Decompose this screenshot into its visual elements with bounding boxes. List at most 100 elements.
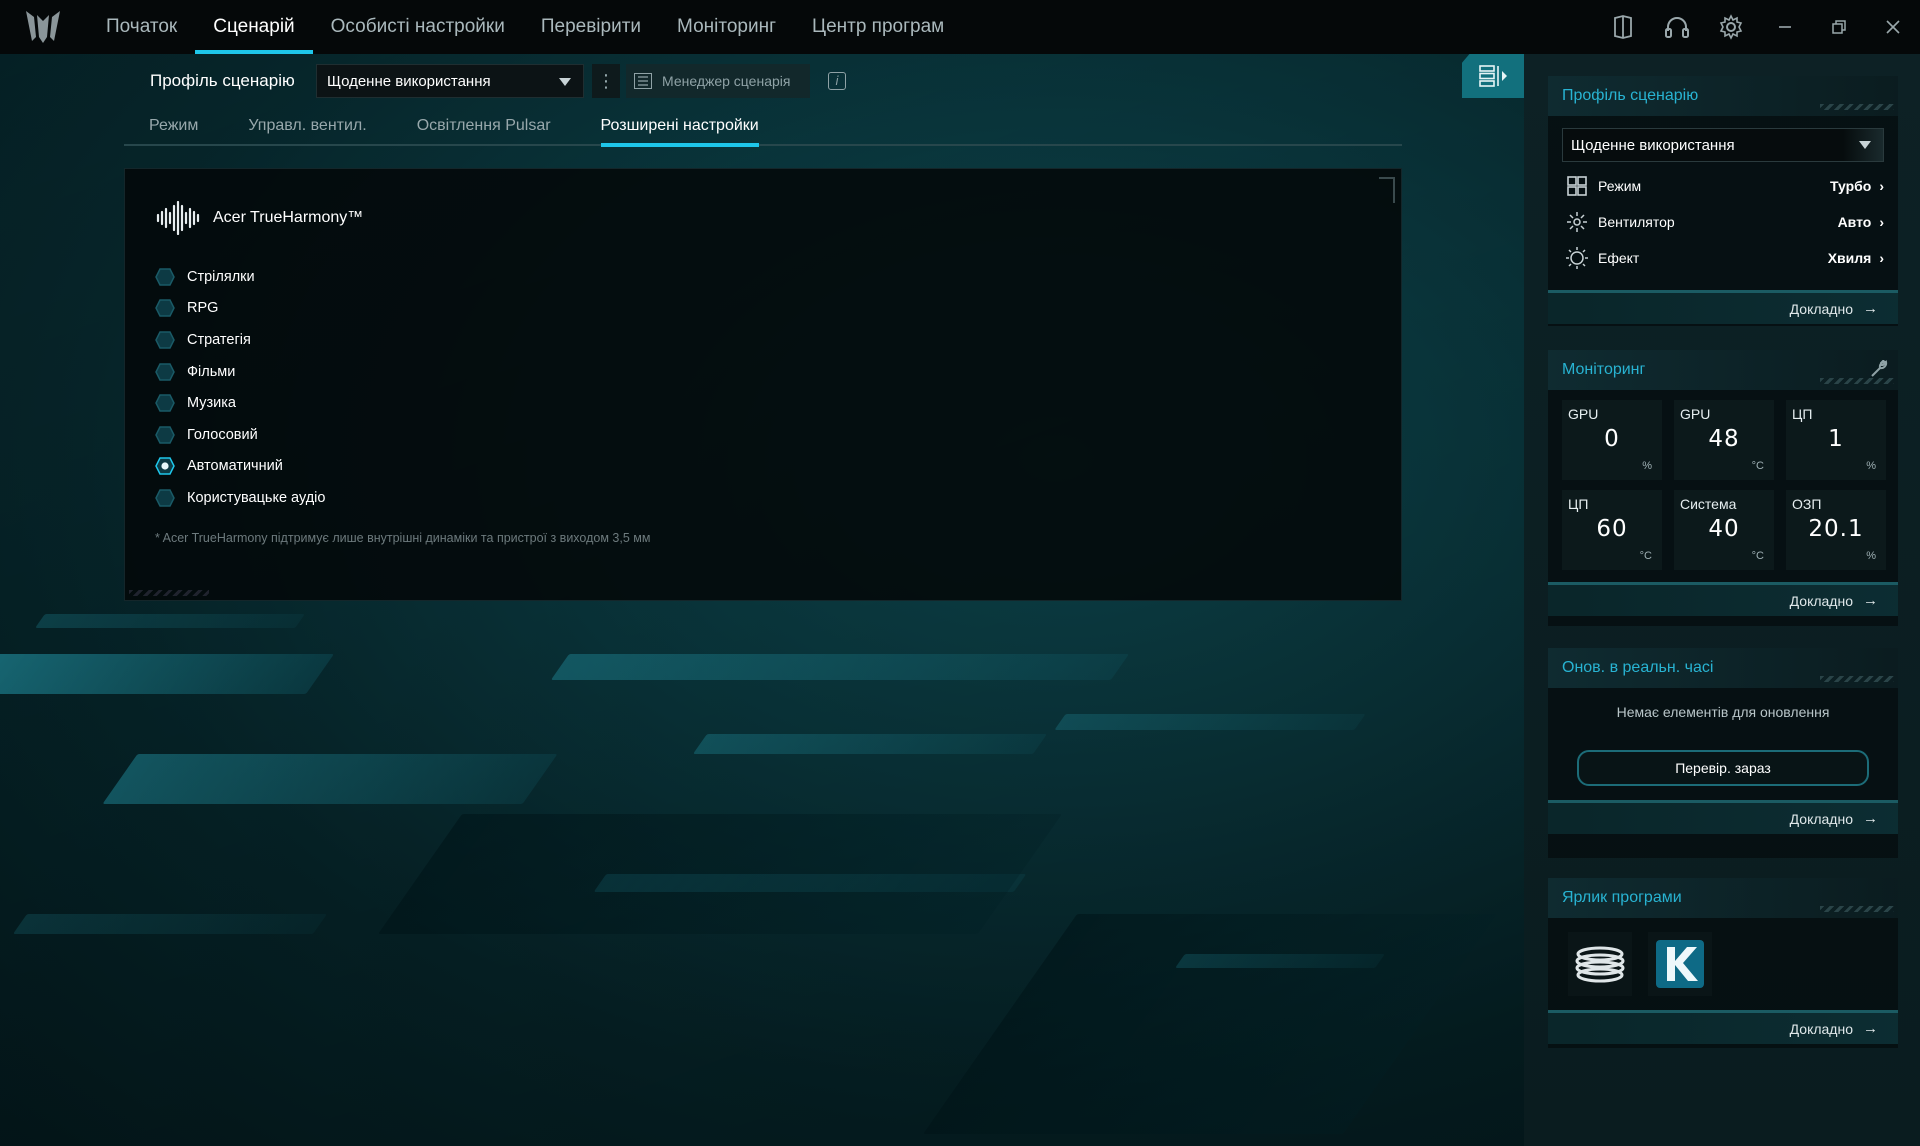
nav-personal-settings[interactable]: Особисті настройки	[313, 0, 523, 54]
profile-card-title: Профіль сценарію	[1548, 76, 1898, 116]
monitor-label: GPU	[1568, 406, 1599, 422]
monitor-gpu-usage: GPU 0 %	[1562, 400, 1662, 480]
profile-row-fan[interactable]: Вентилятор Авто ›	[1548, 204, 1898, 240]
gear-icon[interactable]	[1704, 0, 1758, 54]
book-icon[interactable]	[1596, 0, 1650, 54]
trueharmony-footnote: * Acer TrueHarmony підтримує лише внутрі…	[155, 531, 651, 545]
more-options-button[interactable]: ⋮	[592, 64, 620, 98]
radio-unselected-icon	[155, 299, 175, 318]
audio-mode-label: Стрілялки	[187, 268, 255, 285]
window-controls	[1596, 0, 1920, 54]
check-now-button[interactable]: Перевір. зараз	[1577, 750, 1869, 786]
audio-mode-option[interactable]: Користувацьке аудіо	[155, 482, 325, 514]
scenario-manager-label: Менеджер сценарія	[662, 73, 791, 89]
minimize-icon[interactable]	[1758, 0, 1812, 54]
scenario-profile-select[interactable]: Щоденне використання	[316, 64, 584, 98]
monitor-label: GPU	[1680, 406, 1711, 422]
chevron-right-icon: ›	[1879, 178, 1884, 194]
audio-mode-option[interactable]: Стрілялки	[155, 261, 325, 293]
audio-mode-label: RPG	[187, 300, 219, 317]
audio-mode-option[interactable]: Автоматичний	[155, 451, 325, 483]
nav-app-center[interactable]: Центр програм	[794, 0, 962, 54]
profile-row-label: Вентилятор	[1598, 214, 1675, 230]
audio-mode-radio-group: Стрілялки RPG Стратегія Фільми Музика Голосов…	[155, 261, 325, 514]
monitor-label: ЦП	[1792, 406, 1813, 422]
audio-mode-option[interactable]: RPG	[155, 293, 325, 325]
close-icon[interactable]	[1866, 0, 1920, 54]
audio-mode-label: Автоматичний	[187, 458, 283, 475]
tab-fan-control[interactable]: Управл. вентил.	[223, 112, 391, 144]
audio-mode-label: Стратегія	[187, 331, 251, 348]
nav-check[interactable]: Перевірити	[523, 0, 659, 54]
monitor-unit: °C	[1751, 460, 1764, 472]
monitor-unit: °C	[1751, 550, 1764, 562]
update-card: Онов. в реальн. часі Немає елементів для…	[1548, 648, 1898, 858]
headset-icon[interactable]	[1650, 0, 1704, 54]
scenario-manager-button[interactable]: Менеджер сценарія	[626, 64, 810, 98]
update-more-link[interactable]: Докладно →	[1548, 800, 1898, 834]
monitoring-card: Моніторинг GPU 0 % GPU 48 °C ЦП 1 % ЦП 6…	[1548, 350, 1898, 626]
monitor-unit: °C	[1639, 550, 1652, 562]
tab-pulsar-lighting[interactable]: Освітлення Pulsar	[392, 112, 576, 144]
more-link-label: Докладно	[1789, 592, 1853, 609]
app-shortcut-title-text: Ярлик програми	[1562, 889, 1682, 906]
kebab-icon: ⋮	[597, 70, 615, 92]
profile-row-effect[interactable]: Ефект Хвиля ›	[1548, 240, 1898, 276]
monitor-value: 0	[1604, 426, 1620, 452]
monitoring-more-link[interactable]: Докладно →	[1548, 582, 1898, 616]
tab-mode[interactable]: Режим	[124, 112, 223, 144]
audio-mode-option[interactable]: Стратегія	[155, 324, 325, 356]
chevron-right-icon: ›	[1879, 214, 1884, 230]
update-card-title: Онов. в реальн. часі	[1548, 648, 1898, 688]
profile-row-label: Ефект	[1598, 250, 1640, 266]
monitor-value: 20.1	[1808, 516, 1864, 542]
stripe-decoration	[129, 590, 209, 596]
monitoring-grid: GPU 0 % GPU 48 °C ЦП 1 % ЦП 60 °C Систем…	[1548, 390, 1898, 582]
profile-row-value: Авто	[1837, 214, 1872, 230]
nav-home[interactable]: Початок	[88, 0, 195, 54]
monitoring-card-title-text: Моніторинг	[1562, 361, 1646, 378]
more-link-label: Докладно	[1789, 1020, 1853, 1037]
app-shortcut-list	[1548, 918, 1898, 1010]
trueharmony-title: Acer TrueHarmony™	[213, 209, 364, 226]
sidebar-toggle-button[interactable]	[1462, 54, 1524, 98]
profile-more-link[interactable]: Докладно →	[1548, 290, 1898, 324]
corner-decoration	[1379, 177, 1395, 203]
list-icon	[634, 73, 652, 89]
more-link-label: Докладно	[1789, 300, 1853, 317]
mode-grid-icon	[1566, 175, 1588, 197]
k-app-icon[interactable]	[1648, 932, 1712, 996]
tab-advanced-settings[interactable]: Розширені настройки	[576, 112, 784, 147]
monitor-value: 1	[1828, 426, 1844, 452]
radio-unselected-icon	[155, 268, 175, 286]
audio-mode-option[interactable]: Фільми	[155, 356, 325, 388]
restore-icon[interactable]	[1812, 0, 1866, 54]
profile-row-value: Турбо	[1829, 178, 1872, 194]
monitoring-card-title: Моніторинг	[1548, 350, 1898, 390]
nav-scenario[interactable]: Сценарій	[195, 0, 314, 54]
arrow-right-icon: →	[1863, 300, 1878, 317]
nav-monitoring[interactable]: Моніторинг	[659, 0, 794, 54]
main-nav: Початок Сценарій Особисті настройки Пере…	[88, 0, 962, 54]
chevron-right-icon: ›	[1879, 250, 1884, 266]
apps-more-link[interactable]: Докладно →	[1548, 1010, 1898, 1044]
wrench-icon[interactable]	[1870, 359, 1888, 383]
profile-row-value: Хвиля	[1827, 250, 1872, 266]
hatch-decoration	[1820, 104, 1894, 110]
hatch-decoration	[1820, 676, 1894, 682]
profile-row-mode[interactable]: Режим Турбо ›	[1548, 168, 1898, 204]
right-sidebar: Профіль сценарію Щоденне використання Ре…	[1524, 54, 1920, 1146]
arrow-right-icon: →	[1863, 592, 1878, 609]
monitor-unit: %	[1866, 460, 1876, 472]
sidebar-profile-select[interactable]: Щоденне використання	[1562, 128, 1884, 162]
audio-mode-option[interactable]: Голосовий	[155, 419, 325, 451]
app-shortcut-title: Ярлик програми	[1548, 878, 1898, 918]
scenario-profile-label: Профіль сценарію	[150, 71, 295, 90]
coil-app-icon[interactable]	[1568, 932, 1632, 996]
arrow-right-icon: →	[1863, 1020, 1878, 1037]
info-icon[interactable]: i	[828, 72, 846, 90]
audio-mode-option[interactable]: Музика	[155, 387, 325, 419]
update-message: Немає елементів для оновлення	[1616, 704, 1830, 720]
radio-selected-icon	[155, 457, 175, 476]
radio-unselected-icon	[155, 489, 175, 507]
